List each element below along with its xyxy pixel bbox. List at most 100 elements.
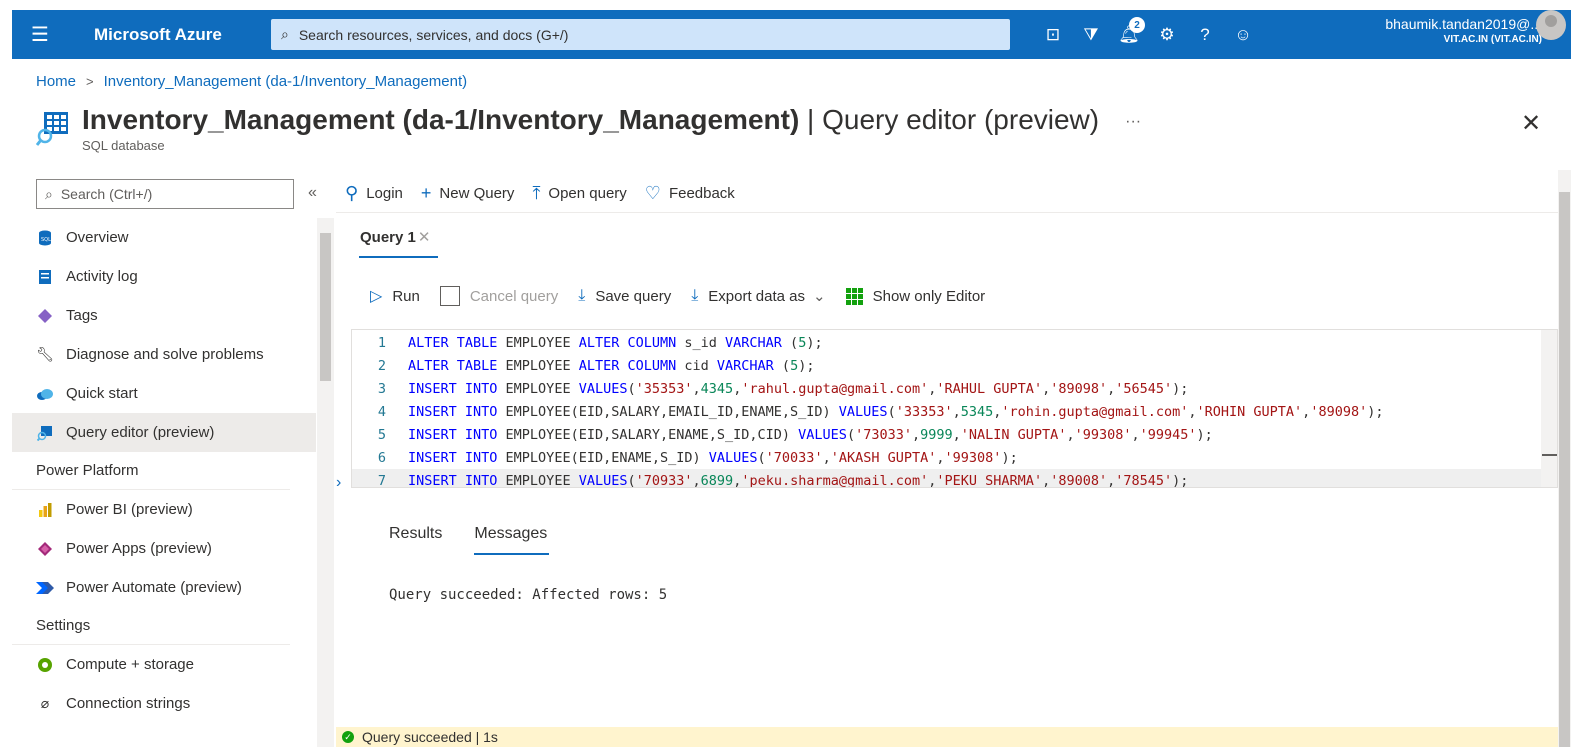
upload-arrow-icon: ⤒: [532, 182, 541, 203]
sidebar-item-tags[interactable]: Tags: [12, 296, 316, 335]
close-tab-icon[interactable]: ✕: [418, 229, 431, 246]
breadcrumb-current[interactable]: Inventory_Management (da-1/Inventory_Man…: [104, 73, 468, 90]
account-menu[interactable]: bhaumik.tandan2019@... VIT.AC.IN (VIT.AC…: [1327, 16, 1542, 45]
sidebar-item-diagnose[interactable]: 🔧︎ Diagnose and solve problems: [12, 335, 316, 374]
new-query-button[interactable]: + New Query: [421, 183, 515, 204]
sidebar-item-overview[interactable]: SQL Overview: [12, 218, 316, 257]
feedback-person-icon[interactable]: ☺: [1224, 10, 1262, 59]
code-token: '99945': [1139, 426, 1197, 443]
tab-query-1[interactable]: Query 1 ✕: [360, 228, 430, 246]
hamburger-menu-icon[interactable]: ☰: [12, 10, 68, 59]
person-icon: ⚲: [345, 182, 359, 203]
search-icon: ⌕: [281, 26, 289, 42]
code-token: ,: [692, 472, 701, 488]
sidebar-item-quick-start[interactable]: Quick start: [12, 374, 316, 413]
more-actions-icon[interactable]: ···: [1125, 113, 1141, 130]
open-query-button[interactable]: ⤒ Open query: [532, 183, 626, 204]
code-line[interactable]: 4 INSERT INTO EMPLOYEE(EID,SALARY,EMAIL_I…: [352, 400, 1557, 423]
breadcrumb: Home > Inventory_Management (da-1/Invent…: [36, 73, 467, 90]
breadcrumb-chevron-icon: >: [86, 74, 94, 89]
menu-scrollbar[interactable]: [317, 218, 334, 747]
code-token: 'AKASH GUPTA': [830, 449, 937, 466]
breadcrumb-home[interactable]: Home: [36, 73, 76, 90]
help-question-icon[interactable]: ?: [1186, 10, 1224, 59]
sidebar-item-compute-storage[interactable]: Compute + storage: [12, 645, 316, 684]
cloud-shell-icon[interactable]: ⊡: [1034, 10, 1072, 59]
code-token: ALTER TABLE: [408, 357, 506, 374]
chevron-down-icon: ⌄: [813, 288, 826, 305]
editor-overview-marker: [1542, 454, 1557, 456]
code-token: VARCHAR: [716, 357, 782, 374]
brand-link[interactable]: Microsoft Azure: [68, 25, 258, 45]
code-token: EMPLOYEE: [505, 380, 579, 397]
sidebar-item-label: Power Automate (preview): [66, 579, 242, 596]
line-number: 7: [377, 472, 386, 488]
sidebar-item-power-bi[interactable]: Power BI (preview): [12, 490, 316, 529]
feedback-button[interactable]: ♡ Feedback: [645, 183, 735, 204]
sidebar-item-label: Tags: [66, 307, 98, 324]
run-button[interactable]: ▷ Run: [370, 286, 420, 306]
code-line[interactable]: 2 ALTER TABLE EMPLOYEE ALTER COLUMN cid V…: [352, 354, 1557, 377]
code-line[interactable]: 1 ALTER TABLE EMPLOYEE ALTER COLUMN s_id …: [352, 331, 1557, 354]
sql-db-icon: SQL: [36, 229, 54, 247]
run-label: Run: [392, 287, 420, 305]
save-query-button[interactable]: ⤓ Save query: [578, 287, 671, 305]
editor-scrollbar[interactable]: [1541, 330, 1557, 487]
code-token: ,: [1188, 403, 1197, 420]
menu-scrollbar-thumb[interactable]: [320, 233, 331, 381]
sql-code-editor[interactable]: 7 INSERT INTO EMPLOYEE VALUES('70933', 689…: [351, 329, 1558, 488]
code-token: ,: [911, 426, 921, 443]
show-only-label: Show only Editor: [872, 287, 986, 305]
power-automate-icon: [36, 579, 54, 597]
tab-messages[interactable]: Messages: [474, 525, 547, 543]
sidebar-item-power-automate[interactable]: Power Automate (preview): [12, 568, 316, 607]
tag-icon: [36, 307, 54, 325]
azure-top-bar: ☰ Microsoft Azure ⌕ Search resources, se…: [12, 10, 1571, 59]
code-token: INSERT INTO: [408, 472, 506, 488]
cancel-query-button[interactable]: Cancel query: [439, 286, 558, 306]
global-search-input[interactable]: ⌕ Search resources, services, and docs (…: [271, 19, 1010, 50]
export-data-dropdown[interactable]: ⤓ Export data as ⌄: [691, 287, 825, 305]
code-token: '89098': [1310, 403, 1368, 420]
notification-count-badge: 2: [1129, 17, 1145, 33]
code-token: ,: [822, 449, 831, 466]
settings-gear-icon[interactable]: ⚙: [1148, 10, 1186, 59]
sidebar-item-connection-strings[interactable]: ⌀ Connection strings: [12, 684, 316, 723]
code-token: '33353': [895, 403, 953, 420]
directory-filter-icon[interactable]: ⧩: [1072, 10, 1110, 59]
page-subtitle: SQL database: [82, 138, 165, 153]
page-scrollbar-thumb[interactable]: [1559, 192, 1570, 747]
collapse-menu-icon[interactable]: «: [308, 184, 317, 202]
code-token: ,: [1042, 472, 1051, 488]
avatar[interactable]: [1536, 10, 1566, 40]
sidebar-item-power-apps[interactable]: Power Apps (preview): [12, 529, 316, 568]
code-token: 'peku.sharma@gmail.com': [741, 472, 929, 488]
heart-icon: ♡: [644, 182, 661, 203]
code-line[interactable]: 7 INSERT INTO EMPLOYEE VALUES('70933', 689…: [352, 469, 1557, 488]
code-token: ,: [1107, 380, 1116, 397]
sidebar-item-label: Power BI (preview): [66, 501, 193, 518]
command-bar: ⚲ Login + New Query ⤒ Open query ♡ Feedback: [345, 178, 753, 208]
sidebar-item-activity-log[interactable]: Activity log: [12, 257, 316, 296]
tab-results[interactable]: Results: [389, 525, 442, 543]
notifications-bell-icon[interactable]: 🔔︎ 2: [1110, 10, 1148, 59]
code-line[interactable]: 3 INSERT INTO EMPLOYEE VALUES('35353', 434…: [352, 377, 1557, 400]
code-token: 6899: [700, 472, 734, 488]
download-arrow-icon: ⤓: [578, 287, 586, 304]
close-blade-icon[interactable]: ✕: [1521, 109, 1541, 138]
sidebar-item-label: Overview: [66, 229, 129, 246]
search-icon: ⌕: [45, 185, 53, 202]
code-token: ,: [1131, 426, 1140, 443]
code-token: ,: [993, 403, 1002, 420]
wrench-icon: 🔧︎: [36, 346, 54, 362]
code-token: '89008': [1050, 472, 1108, 488]
code-line[interactable]: 6 INSERT INTO EMPLOYEE(EID,ENAME,S_ID) VA…: [352, 446, 1557, 469]
sidebar-item-query-editor[interactable]: Query editor (preview): [12, 413, 316, 452]
code-line[interactable]: 5 INSERT INTO EMPLOYEE(EID,SALARY,ENAME,S…: [352, 423, 1557, 446]
login-button[interactable]: ⚲ Login: [345, 183, 403, 204]
compute-icon: [36, 656, 54, 674]
code-token: EMPLOYEE(EID,SALARY,ENAME,S_ID,CID): [505, 426, 799, 443]
code-token: 5: [798, 334, 807, 351]
show-only-editor-button[interactable]: Show only Editor: [845, 287, 986, 305]
menu-search-input[interactable]: ⌕ Search (Ctrl+/): [36, 179, 294, 209]
